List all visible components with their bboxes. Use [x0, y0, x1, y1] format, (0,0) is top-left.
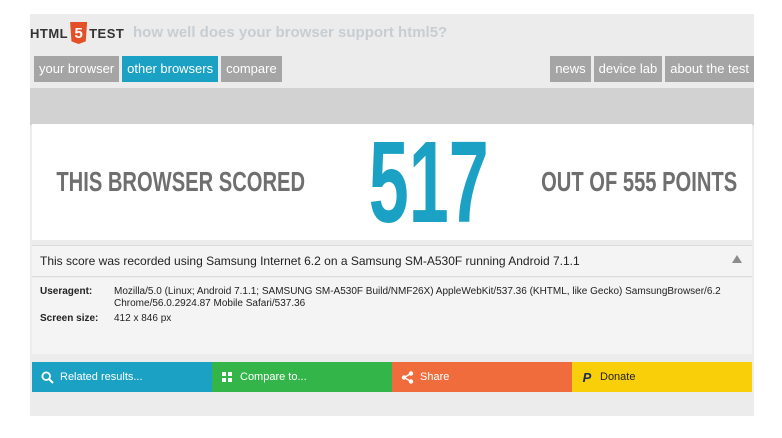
- paypal-icon: P: [582, 369, 592, 385]
- compare-to-label: Compare to...: [240, 371, 307, 383]
- useragent-label: Useragent:: [40, 286, 93, 297]
- share-icon: [400, 370, 414, 384]
- nav-your-browser[interactable]: your browser: [34, 56, 120, 82]
- details-panel: Useragent: Mozilla/5.0 (Linux; Android 7…: [32, 278, 752, 354]
- share-label: Share: [420, 371, 450, 383]
- score-prefix: THIS BROWSER SCORED: [56, 166, 306, 197]
- compare-to-button[interactable]: Compare to...: [212, 362, 392, 392]
- page-container: HTML 5 TEST how well does your browser s…: [30, 14, 754, 416]
- nav-device-lab[interactable]: device lab: [593, 56, 663, 82]
- donate-label: Donate: [600, 371, 636, 383]
- recorded-bar[interactable]: This score was recorded using Samsung In…: [32, 245, 752, 277]
- score-panel: THIS BROWSER SCORED 517 OUT OF 555 POINT…: [32, 124, 752, 240]
- logo-text-test: TEST: [89, 25, 125, 41]
- screen-size-value: 412 x 846 px: [114, 313, 172, 324]
- donate-button[interactable]: P Donate: [572, 362, 752, 392]
- useragent-value: Mozilla/5.0 (Linux; Android 7.1.1; SAMSU…: [114, 286, 721, 309]
- screen-size-label: Screen size:: [40, 313, 99, 324]
- tagline: how well does your browser support html5…: [133, 24, 448, 41]
- related-results-button[interactable]: Related results...: [32, 362, 212, 392]
- related-results-label: Related results...: [60, 371, 143, 383]
- score-suffix: OUT OF 555 POINTS: [541, 166, 738, 197]
- action-bar: Related results... Compare to... Share P…: [32, 362, 752, 392]
- nav-compare[interactable]: compare: [221, 56, 282, 82]
- nav-about-the-test[interactable]: about the test: [665, 56, 754, 82]
- search-icon: [40, 370, 54, 384]
- html5-shield-icon: 5: [70, 22, 88, 44]
- nav-news[interactable]: news: [550, 56, 591, 82]
- html5test-logo[interactable]: HTML 5 TEST: [30, 20, 124, 46]
- secondary-nav: news device lab about the test: [550, 56, 754, 82]
- grid-icon: [220, 370, 234, 384]
- share-button[interactable]: Share: [392, 362, 572, 392]
- collapse-caret-icon[interactable]: [732, 255, 742, 263]
- score-value: 517: [368, 117, 489, 247]
- logo-text-html: HTML: [30, 25, 69, 41]
- nav-other-browsers[interactable]: other browsers: [122, 56, 219, 82]
- primary-nav: your browser other browsers compare: [34, 56, 282, 82]
- recorded-text: This score was recorded using Samsung In…: [40, 254, 580, 268]
